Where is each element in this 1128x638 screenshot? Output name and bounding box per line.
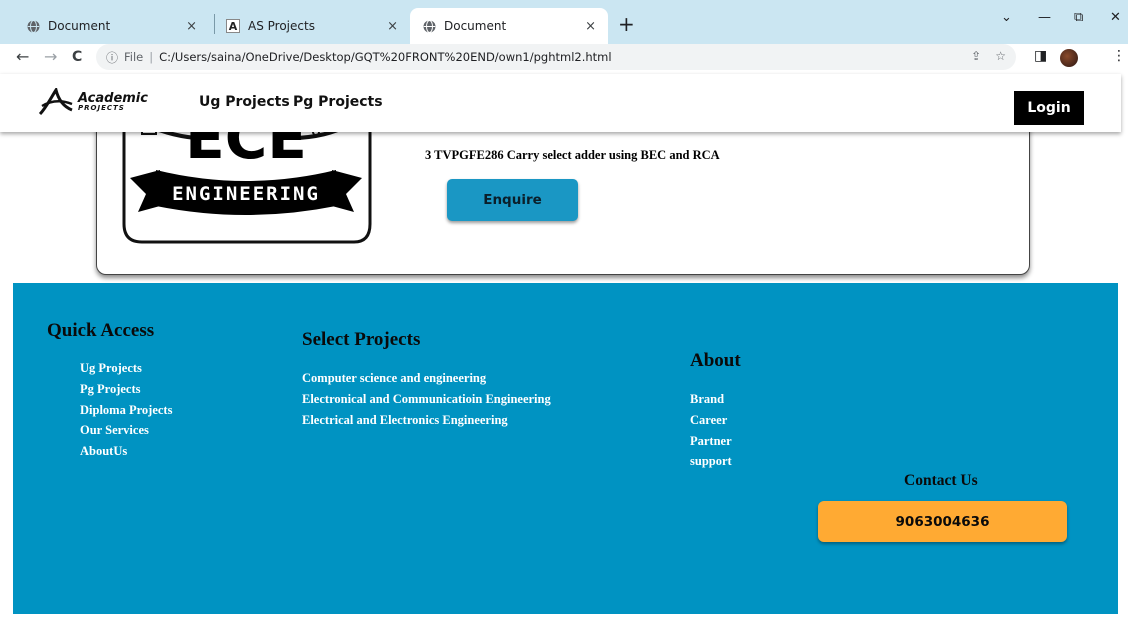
profile-avatar[interactable] <box>1060 49 1078 67</box>
ece-engineering-badge-image: ECE ENGINEERING <box>120 120 372 244</box>
browser-tab-strip: Document × A AS Projects × Document × + … <box>0 0 1128 44</box>
forward-button[interactable]: → <box>44 47 57 66</box>
quick-access-list: Ug Projects Pg Projects Diploma Projects… <box>80 358 172 462</box>
window-close-button[interactable]: ✕ <box>1110 10 1121 25</box>
footer-link-cse[interactable]: Computer science and engineering <box>302 368 551 389</box>
globe-icon <box>422 19 436 33</box>
restore-button[interactable]: ⧉ <box>1074 10 1083 25</box>
site-header: Academic PROJECTS Ug Projects Pg Project… <box>0 74 1121 132</box>
minimize-button[interactable]: — <box>1038 10 1051 25</box>
project-title: 3 TVPGFE286 Carry select adder using BEC… <box>425 148 720 162</box>
login-button[interactable]: Login <box>1014 91 1084 125</box>
academic-logo-icon <box>38 88 73 116</box>
footer-link-ece[interactable]: Electronical and Communicatioin Engineer… <box>302 389 551 410</box>
badge-engineering-text: ENGINEERING <box>172 183 320 205</box>
info-icon[interactable]: ⓘ <box>106 49 118 66</box>
logo-line-2: PROJECTS <box>78 104 125 112</box>
bookmark-star-icon[interactable]: ☆ <box>995 49 1006 63</box>
menu-kebab-icon[interactable]: ⋮ <box>1112 48 1126 64</box>
phone-number-button[interactable]: 9063004636 <box>818 501 1067 542</box>
footer-link-aboutus[interactable]: AboutUs <box>80 441 172 462</box>
tab-title: Document <box>48 19 111 33</box>
browser-tab-document-active[interactable]: Document × <box>410 8 608 44</box>
footer-link-our-services[interactable]: Our Services <box>80 420 172 441</box>
back-button[interactable]: ← <box>16 47 29 66</box>
tab-search-chevron-icon[interactable]: ⌄ <box>1001 10 1012 25</box>
close-icon[interactable]: × <box>186 19 197 34</box>
nav-link-pg-projects[interactable]: Pg Projects <box>293 94 383 110</box>
footer-link-pg-projects[interactable]: Pg Projects <box>80 379 172 400</box>
footer-link-support[interactable]: support <box>690 451 732 472</box>
url-divider: | <box>149 50 154 64</box>
footer-link-brand[interactable]: Brand <box>690 389 732 410</box>
site-logo-icon: A <box>226 19 240 33</box>
address-bar-actions: ⇪ ☆ <box>971 49 1006 63</box>
browser-tab-document-1[interactable]: Document × <box>14 8 209 44</box>
address-bar[interactable]: ⓘ File | C:/Users/saina/OneDrive/Desktop… <box>96 44 1016 70</box>
globe-icon <box>26 19 40 33</box>
url-text[interactable]: C:/Users/saina/OneDrive/Desktop/GQT%20FR… <box>159 50 611 64</box>
share-icon[interactable]: ⇪ <box>971 49 981 63</box>
nav-link-ug-projects[interactable]: Ug Projects <box>199 94 290 110</box>
close-icon[interactable]: × <box>585 19 596 34</box>
tab-title: Document <box>444 19 507 33</box>
footer-heading-select-projects: Select Projects <box>302 329 421 350</box>
footer-link-eee[interactable]: Electrical and Electronics Engineering <box>302 410 551 431</box>
site-footer <box>13 283 1118 614</box>
footer-link-ug-projects[interactable]: Ug Projects <box>80 358 172 379</box>
select-projects-list: Computer science and engineering Electro… <box>302 368 551 430</box>
side-panel-icon[interactable]: ◨ <box>1034 48 1047 64</box>
browser-toolbar: ← → C ⓘ File | C:/Users/saina/OneDrive/D… <box>0 44 1128 74</box>
url-scheme-label: File <box>124 50 144 64</box>
logo-wordmark: Academic PROJECTS <box>78 92 148 112</box>
tab-title: AS Projects <box>248 19 315 33</box>
about-list: Brand Career Partner support <box>690 389 732 472</box>
footer-heading-quick-access: Quick Access <box>47 320 155 341</box>
footer-link-diploma-projects[interactable]: Diploma Projects <box>80 400 172 421</box>
footer-link-career[interactable]: Career <box>690 410 732 431</box>
close-icon[interactable]: × <box>387 19 398 34</box>
enquire-button[interactable]: Enquire <box>447 179 578 221</box>
reload-button[interactable]: C <box>72 49 82 65</box>
footer-link-partner[interactable]: Partner <box>690 431 732 452</box>
footer-heading-about: About <box>690 350 741 371</box>
site-logo[interactable]: Academic PROJECTS <box>38 88 148 116</box>
browser-tab-as-projects[interactable]: A AS Projects × <box>214 8 410 44</box>
new-tab-button[interactable]: + <box>618 12 635 36</box>
contact-us-heading: Contact Us <box>904 472 978 489</box>
